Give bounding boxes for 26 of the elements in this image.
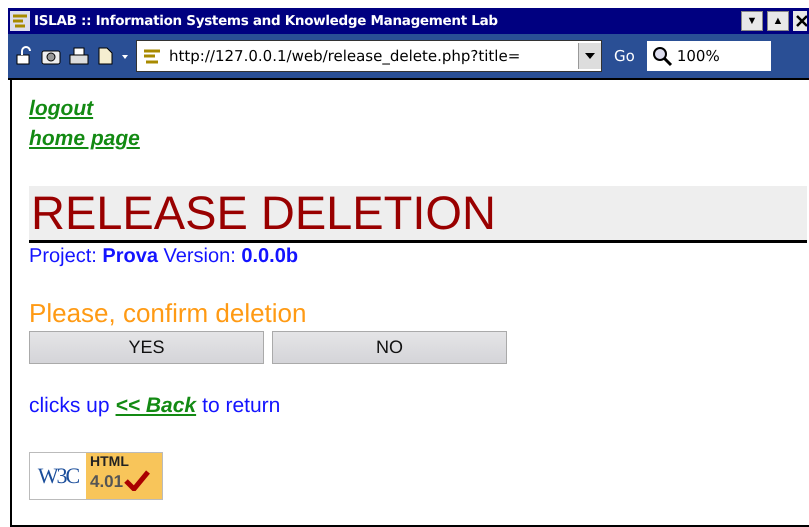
app-logo-icon: [10, 11, 30, 31]
caret-icon[interactable]: [585, 52, 595, 60]
page-icon[interactable]: [96, 46, 114, 66]
checkmark-icon: [124, 469, 150, 491]
zoom-field[interactable]: 100%: [646, 41, 771, 71]
go-button[interactable]: Go: [608, 47, 641, 65]
lock-icon[interactable]: [14, 46, 34, 66]
back-link[interactable]: << Back: [116, 394, 196, 418]
project-info: Project: Prova Version: 0.0.0b: [29, 245, 298, 268]
page-heading: RELEASE DELETION: [29, 186, 807, 243]
badge-text: 4.01: [90, 473, 124, 491]
window-title: ISLAB :: Information Systems and Knowledge Management Lab: [34, 13, 499, 29]
nav-link[interactable]: logout: [29, 94, 94, 124]
close-icon[interactable]: [793, 11, 807, 31]
nav-link[interactable]: home page: [29, 124, 140, 154]
choice-button[interactable]: YES: [29, 331, 264, 364]
address-field[interactable]: http://127.0.0.1/web/release_delete.php?title=: [136, 40, 602, 72]
back-text: to return: [202, 394, 280, 418]
choice-button[interactable]: NO: [272, 331, 507, 364]
window-control[interactable]: ▲: [767, 11, 789, 31]
printer-icon[interactable]: [68, 46, 90, 66]
magnifier-icon: [650, 45, 673, 67]
confirm-prompt: Please, confirm deletion: [29, 298, 306, 329]
back-text: clicks up: [29, 394, 110, 418]
badge-text: HTML: [90, 453, 130, 469]
window-control[interactable]: ▼: [741, 11, 763, 31]
